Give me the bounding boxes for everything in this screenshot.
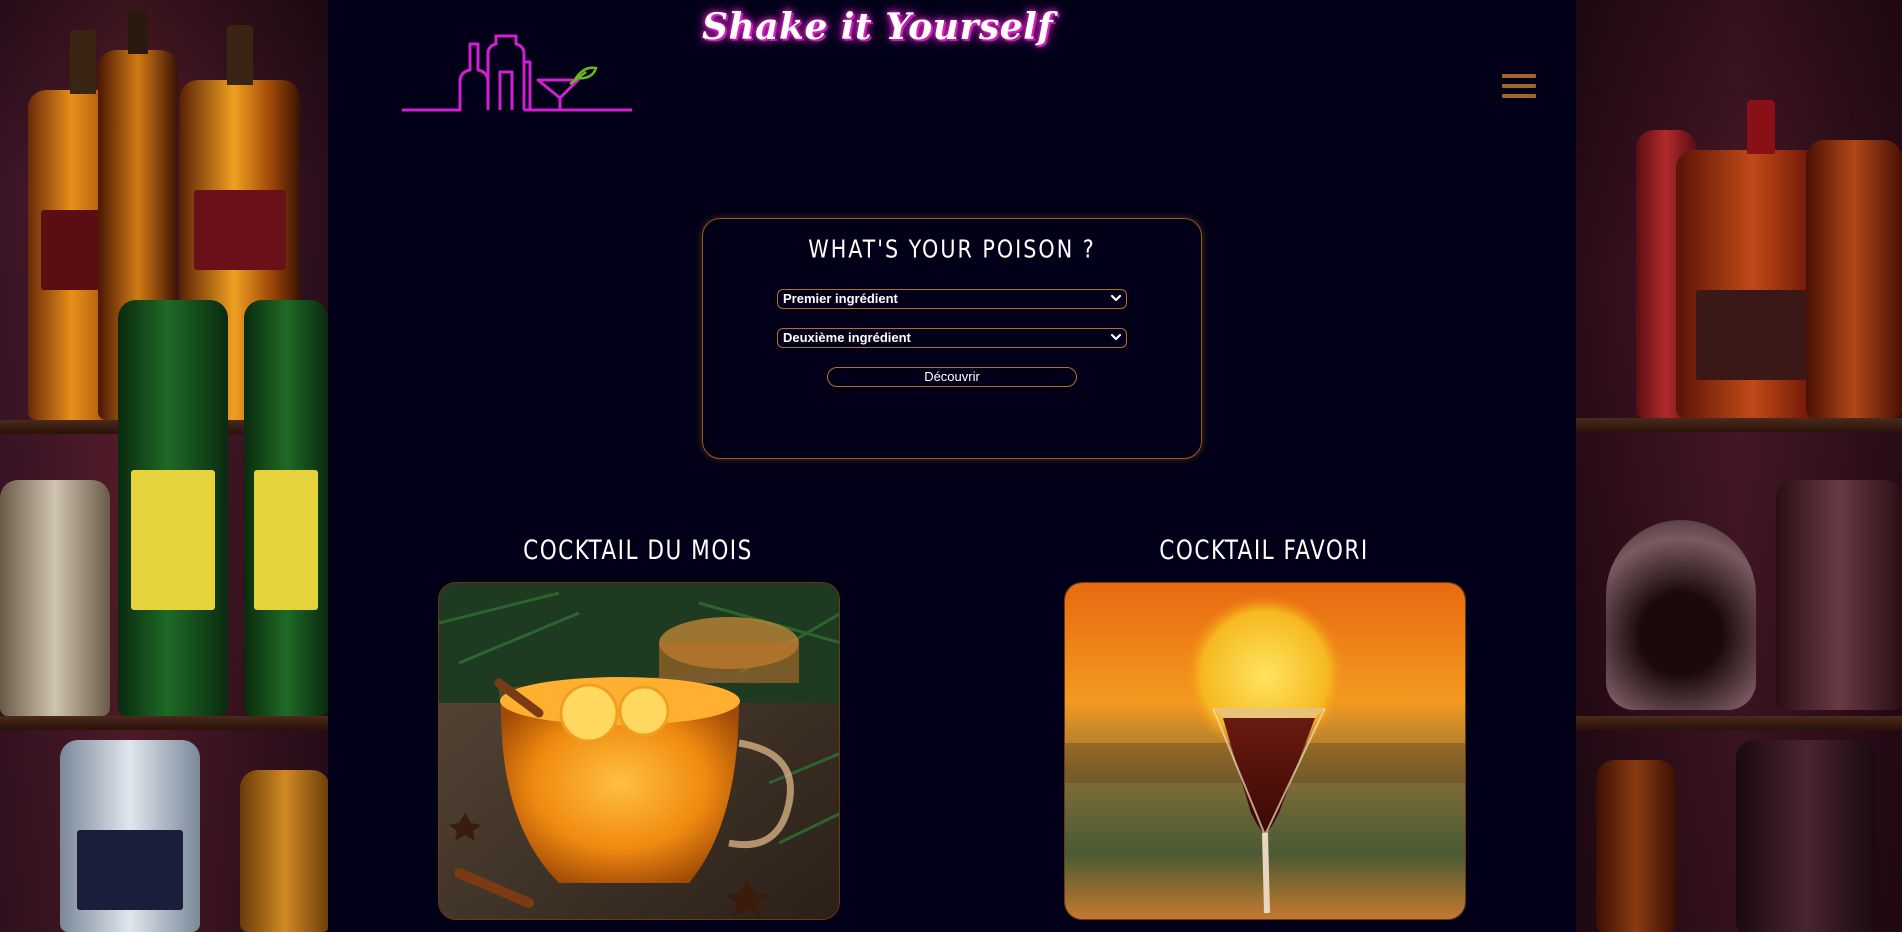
bottle-image [60, 740, 200, 932]
favorite-cocktail-image[interactable] [1064, 582, 1466, 920]
discover-button[interactable]: Découvrir [827, 367, 1077, 387]
background-shelf-left [0, 0, 328, 932]
shelf [1576, 716, 1902, 730]
chevron-down-icon [1110, 294, 1122, 302]
bottle-image [0, 480, 110, 716]
hamburger-icon-bar [1502, 74, 1536, 78]
main-content: Shake it Yourself WHAT'S YOUR POISON ? P… [328, 0, 1576, 932]
chevron-down-icon [1110, 333, 1122, 341]
first-ingredient-value: Premier ingrédient [783, 291, 898, 306]
shelf [0, 716, 328, 730]
favorite-cocktail-title: COCKTAIL FAVORI [1159, 534, 1369, 566]
bottle-image [1596, 760, 1676, 932]
hamburger-menu-button[interactable] [1502, 74, 1536, 104]
hamburger-icon-bar [1502, 84, 1536, 88]
shelf [1576, 418, 1902, 432]
bottle-image [1736, 740, 1876, 932]
search-title: WHAT'S YOUR POISON ? [808, 235, 1096, 265]
bottles-cocktail-logo[interactable] [400, 32, 632, 118]
background-shelf-right [1576, 0, 1902, 932]
second-ingredient-select[interactable]: Deuxième ingrédient [777, 328, 1127, 348]
bottle-image [240, 770, 328, 932]
bottle-image [1776, 480, 1902, 710]
bottle-image [1606, 520, 1756, 710]
first-ingredient-select[interactable]: Premier ingrédient [777, 289, 1127, 309]
cocktail-of-month-image[interactable] [438, 582, 840, 920]
ingredient-search-card: WHAT'S YOUR POISON ? Premier ingrédient … [702, 218, 1202, 459]
second-ingredient-value: Deuxième ingrédient [783, 330, 911, 345]
manhattan-sunset-photo [1065, 583, 1465, 919]
bottle-image [244, 300, 328, 716]
hamburger-icon-bar [1502, 94, 1536, 98]
site-title: Shake it Yourself [702, 6, 1054, 48]
bottle-image [1806, 140, 1902, 418]
cocktail-of-month-title: COCKTAIL DU MOIS [523, 534, 753, 566]
hot-toddy-photo [439, 583, 839, 919]
bottle-image [118, 300, 228, 716]
